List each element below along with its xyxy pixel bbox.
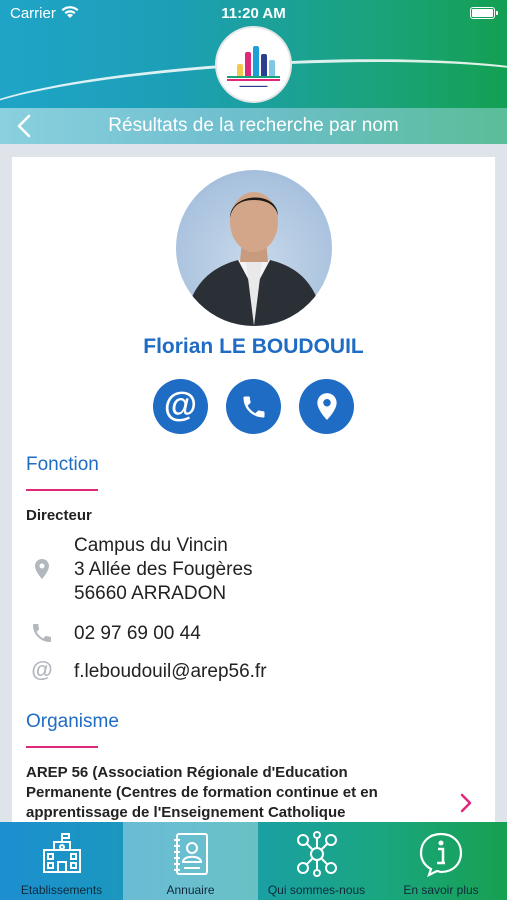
avatar [176,170,332,326]
section-underline [26,489,98,491]
network-people-icon [296,831,337,877]
location-button[interactable] [299,379,354,434]
chevron-right-icon[interactable] [456,791,476,815]
info-icon [419,832,463,878]
call-button[interactable] [226,379,281,434]
phone-number[interactable]: 02 97 69 00 44 [74,622,201,646]
at-grey-icon: @ [31,657,53,682]
address-line: 3 Allée des Fougères [74,559,253,580]
school-icon [42,833,81,873]
person-photo [184,192,324,326]
directory-book-icon [173,833,208,875]
tab-en-savoir-plus[interactable]: En savoir plus [375,822,507,900]
tab-label: En savoir plus [403,883,479,897]
tab-label: Etablissements [20,883,103,897]
contact-name: Florian LE BOUDOUIL [143,335,364,358]
email-button[interactable]: @ [153,379,208,434]
at-icon: @ [163,386,198,424]
address-line: Campus du Vincin [74,535,228,556]
role-label: Directeur [26,507,92,524]
app-header: Carrier 11:20 AM ▬▬▬▬▬▬▬ [0,0,507,108]
app-logo: ▬▬▬▬▬▬▬ [215,26,292,103]
location-pin-icon [35,559,49,579]
organisme-line: Permanente (Centres de formation continu… [26,784,378,801]
nav-bar: Résultats de la recherche par nom [0,108,507,144]
map-pin-icon [316,392,337,420]
status-time: 11:20 AM [221,5,286,22]
phone-grey-icon [33,624,51,642]
address-line: 56660 ARRADON [74,583,227,604]
phone-icon [243,396,264,417]
address-block[interactable]: Campus du Vincin 3 Allée des Fougères 56… [74,534,253,606]
organisme-line: AREP 56 (Association Régionale d'Educati… [26,764,348,781]
organisme-line: apprentissage de l'Enseignement Catholiq… [26,804,346,821]
tab-qui-sommes-nous[interactable]: Qui sommes-nous [258,822,375,900]
tab-etablissements[interactable]: Etablissements [0,822,123,900]
organisme-description[interactable]: AREP 56 (Association Régionale d'Educati… [26,763,456,822]
tab-annuaire[interactable]: Annuaire [123,822,258,900]
battery-icon [470,7,498,19]
tab-bar: Etablissements Annuaire Qui sommes-nous [0,822,507,900]
status-bar: Carrier 11:20 AM [0,0,507,28]
section-title-organisme: Organisme [26,711,119,732]
email-address[interactable]: f.leboudouil@arep56.fr [74,660,267,684]
page-title: Résultats de la recherche par nom [108,115,399,136]
section-underline [26,746,98,748]
tab-label: Annuaire [166,883,215,897]
section-title-fonction: Fonction [26,454,99,475]
tab-label: Qui sommes-nous [267,883,366,897]
contact-card: Florian LE BOUDOUIL @ Fonction Directeur… [12,157,495,822]
